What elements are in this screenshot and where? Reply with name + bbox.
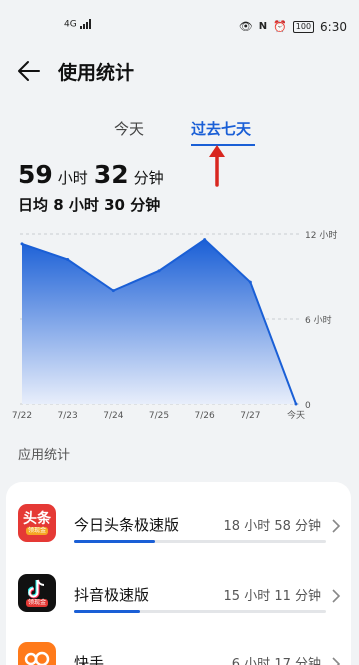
kuaishou-icon	[18, 642, 56, 665]
app-time: 18 小时 58 分钟	[223, 519, 321, 534]
header: 使用统计	[0, 54, 359, 90]
x-tick-label: 7/22	[12, 411, 32, 421]
period-tabs: 今天 过去七天	[0, 118, 359, 150]
data-point-7/27	[248, 280, 252, 284]
douyin-badge: 领现金	[25, 599, 48, 607]
app-row-toutiao[interactable]: 头条 领现金 今日头条极速版 18 小时 58 分钟	[6, 494, 351, 558]
chevron-right-icon	[332, 519, 341, 533]
minute-unit: 分钟	[133, 169, 164, 187]
total-minutes: 32	[93, 160, 129, 189]
chevron-right-icon	[332, 657, 341, 665]
nfc-icon: N	[258, 21, 268, 32]
section-label-app-stats: 应用统计	[18, 448, 71, 463]
network-type: 4G	[64, 19, 77, 30]
app-list-card: 头条 领现金 今日头条极速版 18 小时 58 分钟 领现金 抖音极速版 15 …	[6, 482, 351, 665]
app-row-kuaishou[interactable]: 快手 6 小时 17 分钟	[6, 632, 351, 665]
eye-icon: 👁	[238, 20, 253, 33]
app-time: 6 小时 17 分钟	[231, 657, 321, 665]
total-usage: 59 小时 32 分钟	[18, 160, 170, 189]
y-tick-label: 6 小时	[305, 314, 332, 326]
app-name: 快手	[74, 654, 105, 665]
app-name: 抖音极速版	[74, 586, 150, 604]
douyin-icon: 领现金	[18, 574, 56, 612]
status-bar: 4G 👁 N ⏰ 100 6:30	[0, 0, 359, 40]
x-tick-label: 7/23	[58, 411, 78, 421]
data-point-今天	[294, 402, 298, 406]
red-arrow-annotation	[209, 145, 225, 187]
app-name: 今日头条极速版	[74, 516, 180, 534]
usage-area-chart: 12 小时 6 小时 0 7/22 7/23 7/24 7/25 7/26 7/27 今天	[12, 229, 337, 421]
app-time: 15 小时 11 分钟	[223, 589, 321, 604]
usage-bar	[74, 610, 326, 613]
total-hours: 59	[18, 160, 53, 189]
hour-unit: 小时	[57, 169, 88, 187]
douyin-note-glyph	[28, 579, 45, 599]
x-tick-label: 7/24	[103, 411, 123, 421]
usage-bar-fill	[74, 610, 140, 613]
y-tick-label: 0	[305, 401, 311, 411]
toutiao-icon: 头条 领现金	[18, 504, 56, 542]
data-point-7/22	[20, 242, 24, 246]
usage-area-fill	[22, 239, 296, 404]
alarm-icon: ⏰	[273, 20, 287, 33]
battery-icon: 100	[292, 21, 315, 33]
y-tick-label: 12 小时	[305, 229, 337, 241]
x-tick-label: 7/27	[240, 411, 260, 421]
chevron-right-icon	[332, 589, 341, 603]
back-arrow-icon[interactable]	[16, 58, 42, 84]
tab-today[interactable]: 今天	[114, 118, 144, 139]
x-tick-label: 7/25	[149, 411, 169, 421]
app-row-douyin[interactable]: 领现金 抖音极速版 15 小时 11 分钟	[6, 564, 351, 628]
page-title: 使用统计	[58, 62, 135, 84]
toutiao-logo-text: 头条	[23, 511, 51, 527]
data-point-7/25	[157, 269, 161, 273]
daily-average: 日均 8 小时 30 分钟	[18, 196, 161, 214]
usage-bar-fill	[74, 540, 155, 543]
x-tick-label: 7/26	[195, 411, 215, 421]
kuaishou-glyph	[24, 651, 50, 665]
tab-past-seven-days[interactable]: 过去七天	[191, 118, 251, 139]
signal-indicator: 4G	[64, 19, 92, 30]
data-point-7/23	[66, 258, 70, 261]
data-point-7/26	[203, 238, 207, 242]
toutiao-badge: 领现金	[25, 527, 48, 535]
usage-bar	[74, 540, 326, 543]
clock: 6:30	[320, 20, 347, 34]
signal-icon	[79, 19, 91, 29]
data-point-7/24	[111, 289, 115, 293]
x-tick-label: 今天	[287, 409, 305, 421]
